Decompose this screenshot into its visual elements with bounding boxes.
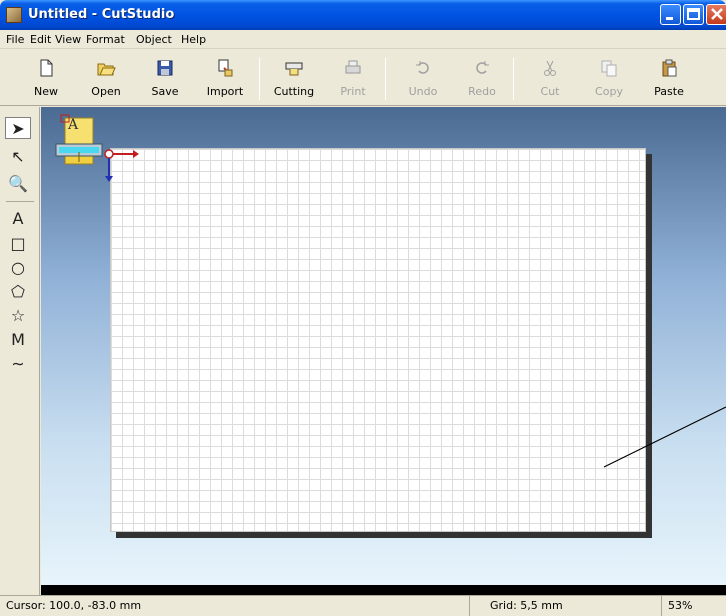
cutting-plotter-icon <box>285 62 303 76</box>
paste-button[interactable]: Paste <box>644 54 694 102</box>
print-button[interactable]: Print <box>328 54 378 102</box>
new-document-icon <box>40 59 53 77</box>
print-label: Print <box>340 85 366 98</box>
app-icon <box>6 7 22 23</box>
title-bar: Untitled - CutStudio <box>0 0 726 30</box>
cutting-button[interactable]: Cutting <box>269 54 319 102</box>
new-button[interactable]: New <box>21 54 71 102</box>
copy-label: Copy <box>595 85 623 98</box>
close-icon <box>711 8 723 20</box>
redo-icon <box>476 61 489 74</box>
printer-icon <box>345 60 361 74</box>
drawing-toolbox: ➤ ↖ 🔍 A □ ○ ⬠ ☆ M ∼ <box>0 107 40 595</box>
menu-file[interactable]: File <box>6 33 24 46</box>
menu-help[interactable]: Help <box>181 33 206 46</box>
save-label: Save <box>151 85 179 98</box>
menu-object[interactable]: Object <box>136 33 172 46</box>
toolbar-separator <box>385 58 386 100</box>
open-folder-icon <box>97 63 116 76</box>
save-disk-icon <box>157 60 173 76</box>
cut-label: Cut <box>540 85 560 98</box>
cutting-sheet-grid[interactable] <box>110 148 646 532</box>
toolbar-separator <box>513 58 514 100</box>
undo-label: Undo <box>408 85 438 98</box>
menu-view[interactable]: View <box>55 33 81 46</box>
open-button[interactable]: Open <box>81 54 131 102</box>
window-title: Untitled - CutStudio <box>28 7 175 22</box>
save-button[interactable]: Save <box>140 54 190 102</box>
copy-icon <box>601 60 617 77</box>
import-label: Import <box>206 85 244 98</box>
ellipse-tool-icon[interactable]: ○ <box>5 257 31 279</box>
undo-icon <box>416 61 429 74</box>
polygon-tool-icon[interactable]: ⬠ <box>5 281 31 303</box>
copy-button[interactable]: Copy <box>584 54 634 102</box>
cutting-label: Cutting <box>273 85 315 98</box>
origin-widget-letter: A <box>68 117 79 133</box>
polyline-tool-icon[interactable]: M <box>5 329 31 351</box>
toolbox-separator <box>6 201 34 202</box>
star-tool-icon[interactable]: ☆ <box>5 305 31 327</box>
grid-size: Grid: 5,5 mm <box>470 596 662 616</box>
close-button[interactable] <box>706 4 726 25</box>
cut-button[interactable]: Cut <box>525 54 575 102</box>
toolbar-separator <box>259 58 260 100</box>
node-edit-tool-icon[interactable]: ↖ <box>5 146 31 168</box>
redo-label: Redo <box>468 85 496 98</box>
redo-button[interactable]: Redo <box>457 54 507 102</box>
menu-bar: File Edit View Format Object Help <box>0 30 726 49</box>
import-icon <box>218 59 233 77</box>
maximize-icon <box>687 8 700 20</box>
menu-format[interactable]: Format <box>86 33 125 46</box>
status-bar: Cursor: 100.0, -83.0 mm Grid: 5,5 mm 53% <box>0 595 726 616</box>
drawing-canvas[interactable]: A <box>41 107 726 585</box>
maximize-button[interactable] <box>683 4 704 25</box>
main-toolbar: New Open Save Import Cutting Print Undo … <box>0 50 726 106</box>
new-label: New <box>34 85 58 98</box>
paste-label: Paste <box>654 85 684 98</box>
menu-edit[interactable]: Edit <box>30 33 51 46</box>
scissors-icon <box>544 60 556 76</box>
cursor-position: Cursor: 100.0, -83.0 mm <box>0 596 470 616</box>
text-tool-icon[interactable]: A <box>5 208 31 230</box>
horizontal-scroll-track <box>41 585 726 595</box>
undo-button[interactable]: Undo <box>398 54 448 102</box>
open-label: Open <box>91 85 121 98</box>
minimize-button[interactable] <box>660 4 681 25</box>
paste-clipboard-icon <box>662 59 677 77</box>
curve-tool-icon[interactable]: ∼ <box>5 353 31 375</box>
origin-arrows-icon <box>55 114 139 182</box>
import-button[interactable]: Import <box>200 54 250 102</box>
rectangle-tool-icon[interactable]: □ <box>5 233 31 255</box>
origin-orientation-widget[interactable]: A <box>51 114 141 184</box>
zoom-tool-icon[interactable]: 🔍 <box>5 173 31 195</box>
select-tool-icon[interactable]: ➤ <box>5 117 31 139</box>
minimize-icon <box>666 17 673 20</box>
zoom-level: 53% <box>668 599 693 612</box>
